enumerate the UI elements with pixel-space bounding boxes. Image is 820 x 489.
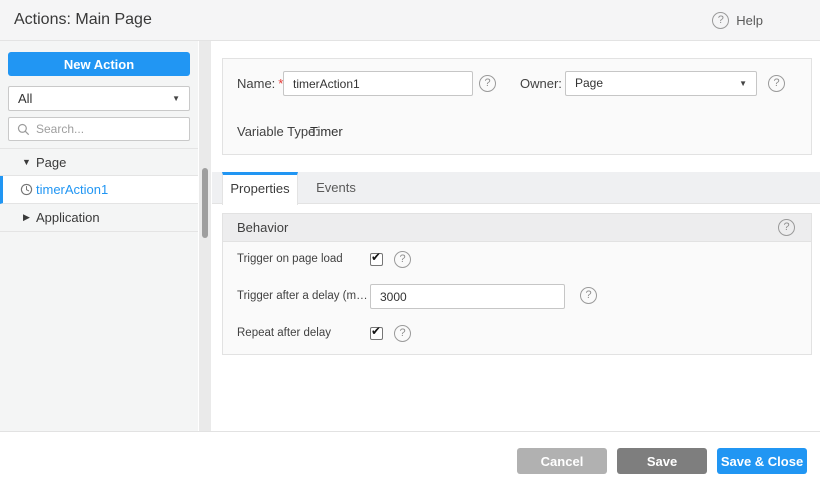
actions-dialog: Actions: Main Page ? Help New Action All… <box>0 0 820 489</box>
chevron-down-icon: ▼ <box>172 94 180 103</box>
page-title: Actions: Main Page <box>14 11 152 28</box>
behavior-section-header: Behavior ? <box>223 214 811 242</box>
name-label: Name: * <box>237 76 284 91</box>
triangle-collapsed-icon: ▶ <box>23 212 30 222</box>
tree-item-label: timerAction1 <box>36 182 109 197</box>
help-label: Help <box>736 13 763 28</box>
behavior-section: Behavior ? Trigger on page load ✔ ? Trig… <box>222 213 812 355</box>
owner-help-icon[interactable]: ? <box>768 75 785 92</box>
behavior-help-icon[interactable]: ? <box>778 219 795 236</box>
variable-type-label: Variable Type: <box>237 124 319 139</box>
name-input[interactable] <box>283 71 473 96</box>
checkmark-icon: ✔ <box>371 324 382 338</box>
owner-select-value: Page <box>575 76 604 90</box>
clock-icon <box>20 183 33 196</box>
checkmark-icon: ✔ <box>371 250 382 264</box>
help-icon: ? <box>712 12 730 29</box>
tree-group-label: Page <box>36 154 67 170</box>
vertical-scrollbar-track[interactable] <box>199 41 211 431</box>
name-help-icon[interactable]: ? <box>479 75 496 92</box>
actions-sidebar: New Action All ▼ ▼ Page <box>0 41 198 431</box>
tab-properties[interactable]: Properties <box>222 172 298 205</box>
search-icon <box>17 123 30 135</box>
action-summary-card: Name:* ? Owner:* Page ▼ ? Variable Type:… <box>222 58 812 155</box>
repeat-after-delay-help-icon[interactable]: ? <box>394 325 411 342</box>
variable-type-value: Timer <box>310 124 343 139</box>
trigger-after-delay-input[interactable] <box>370 284 565 309</box>
repeat-after-delay-label: Repeat after delay <box>237 327 331 339</box>
repeat-after-delay-checkbox[interactable]: ✔ <box>370 324 383 340</box>
owner-label: Owner:* <box>520 71 570 96</box>
cancel-button[interactable]: Cancel <box>517 448 607 474</box>
trigger-on-page-load-checkbox[interactable]: ✔ <box>370 250 383 266</box>
vertical-scrollbar-thumb[interactable] <box>202 168 208 238</box>
search-box <box>8 117 190 141</box>
trigger-on-page-load-help-icon[interactable]: ? <box>394 251 411 268</box>
filter-select[interactable]: All ▼ <box>8 86 190 111</box>
tree-group-label: Application <box>36 210 100 225</box>
owner-select[interactable]: Page ▼ <box>565 71 757 96</box>
save-button[interactable]: Save <box>617 448 707 474</box>
actions-tree: ▼ Page timerAction1 ▶ Application <box>0 148 198 232</box>
save-and-close-button[interactable]: Save & Close <box>717 448 807 474</box>
behavior-title: Behavior <box>237 220 289 235</box>
trigger-after-delay-label: Trigger after a delay (millisec... <box>237 290 370 302</box>
filter-select-value: All <box>18 91 33 106</box>
chevron-down-icon: ▼ <box>739 79 747 88</box>
tab-events[interactable]: Events <box>298 172 374 204</box>
new-action-button[interactable]: New Action <box>8 52 190 76</box>
help-button[interactable]: ? Help <box>712 12 763 29</box>
search-input[interactable] <box>36 122 181 136</box>
trigger-on-page-load-label: Trigger on page load <box>237 253 343 265</box>
tree-item-timeraction1[interactable]: timerAction1 <box>0 176 198 204</box>
dialog-header: Actions: Main Page ? Help <box>0 0 820 41</box>
triangle-expanded-icon: ▼ <box>22 157 31 167</box>
footer-divider <box>0 431 820 432</box>
tree-group-application[interactable]: ▶ Application <box>0 204 198 232</box>
tree-group-page[interactable]: ▼ Page <box>0 148 198 176</box>
trigger-after-delay-help-icon[interactable]: ? <box>580 287 597 304</box>
